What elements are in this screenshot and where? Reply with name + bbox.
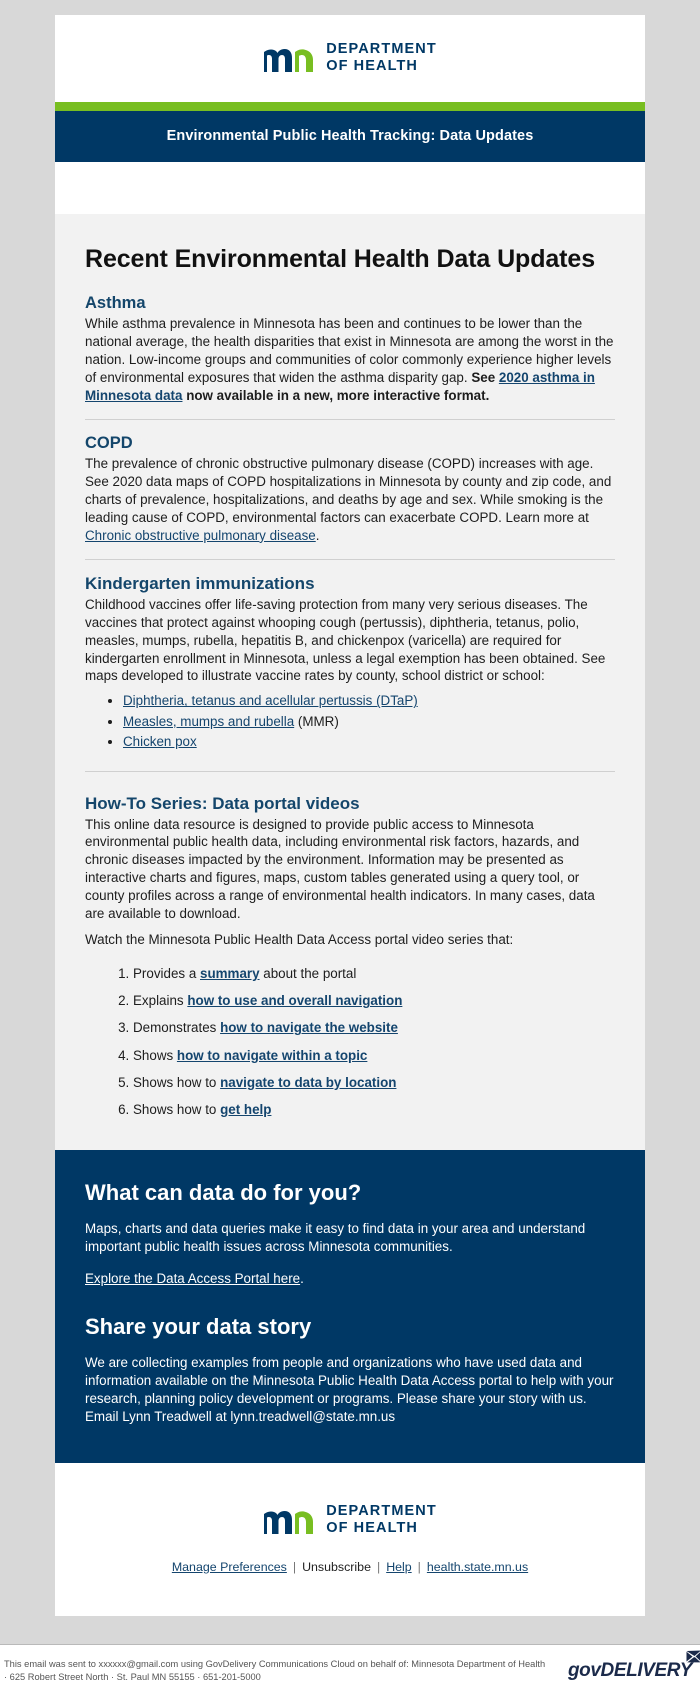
govdelivery-logo[interactable]: govDELIVERY	[567, 1650, 700, 1682]
link-video-summary[interactable]: summary	[200, 966, 260, 981]
section-divider-2	[85, 558, 615, 560]
section-howto: How-To Series: Data portal videos This o…	[85, 792, 615, 1121]
link-chicken-pox[interactable]: Chicken pox	[123, 734, 197, 749]
link-dtap[interactable]: Diphtheria, tetanus and acellular pertus…	[123, 693, 418, 708]
sent-notice: This email was sent to xxxxxx@gmail.com …	[4, 1658, 545, 1685]
asthma-text-2: now available in a new, more interactive…	[182, 387, 490, 403]
link-video-overall-navigation[interactable]: how to use and overall navigation	[187, 993, 402, 1008]
copd-text-1: The prevalence of chronic obstructive pu…	[85, 455, 612, 525]
list-item: Shows how to navigate to data by locatio…	[133, 1072, 615, 1094]
link-mmr[interactable]: Measles, mumps and rubella	[123, 714, 294, 729]
mn-logo-icon	[263, 1505, 315, 1535]
cta-paragraph-2: We are collecting examples from people a…	[85, 1355, 614, 1425]
howto-2-pre: Explains	[133, 993, 188, 1009]
masthead: DEPARTMENT OF HEALTH	[55, 15, 645, 103]
section-body-copd: The prevalence of chronic obstructive pu…	[85, 455, 615, 545]
list-item: Chicken pox	[123, 732, 615, 752]
howto-3-pre: Demonstrates	[133, 1020, 221, 1036]
newsletter-body: Recent Environmental Health Data Updates…	[55, 214, 645, 1150]
section-divider-1	[85, 418, 615, 420]
list-item: Shows how to navigate within a topic	[133, 1045, 615, 1067]
link-video-navigate-topic[interactable]: how to navigate within a topic	[177, 1048, 367, 1063]
cta-heading-what-can-data-do: What can data do for you?	[85, 1179, 362, 1205]
sent-notice-line-2: · 625 Robert Street North · St. Paul MN …	[4, 1672, 261, 1683]
list-item: Diphtheria, tetanus and acellular pertus…	[123, 691, 615, 711]
link-health-state-mn-us[interactable]: health.state.mn.us	[427, 1560, 528, 1574]
envelope-icon	[686, 1650, 700, 1668]
list-item: Explains how to use and overall navigati…	[133, 990, 615, 1012]
sent-notice-line-1: This email was sent to xxxxxx@gmail.com …	[4, 1658, 546, 1669]
asthma-see-label: See	[471, 369, 499, 385]
cta-link-tail: .	[300, 1271, 304, 1287]
logo-line-2: OF HEALTH	[326, 1519, 418, 1536]
section-divider-3	[85, 770, 615, 772]
logo-line-1: DEPARTMENT	[326, 41, 437, 57]
footer-separator: |	[417, 1559, 421, 1574]
page-title: Recent Environmental Health Data Updates	[85, 245, 596, 274]
mdh-logo-footer[interactable]: DEPARTMENT OF HEALTH	[263, 1503, 437, 1537]
cta-paragraph-1: Maps, charts and data queries make it ea…	[85, 1220, 586, 1254]
section-body-asthma: While asthma prevalence in Minnesota has…	[85, 315, 615, 405]
howto-1-pre: Provides a	[133, 966, 200, 982]
cta-heading-share-your-data-story: Share your data story	[85, 1314, 312, 1340]
howto-video-list: Provides a summary about the portal Expl…	[85, 963, 615, 1121]
list-item: Measles, mumps and rubella (MMR)	[123, 712, 615, 732]
section-heading-howto: How-To Series: Data portal videos	[85, 793, 360, 813]
section-heading-asthma: Asthma	[85, 294, 146, 313]
howto-6-pre: Shows how to	[133, 1101, 221, 1117]
footer-links: Manage Preferences | Unsubscribe | Help | heal…	[75, 1560, 625, 1574]
mdh-logo-wordmark: DEPARTMENT OF HEALTH	[326, 41, 437, 75]
email-footer: DEPARTMENT OF HEALTH Manage Preferences |…	[55, 1462, 645, 1616]
section-asthma: Asthma While asthma prevalence in Minnes…	[85, 294, 615, 405]
list-item: Shows how to get help	[133, 1099, 615, 1121]
bottom-padding	[0, 1684, 700, 1707]
green-accent-rule	[55, 102, 645, 112]
howto-paragraph-2: Watch the Minnesota Public Health Data A…	[85, 932, 514, 948]
link-video-get-help[interactable]: get help	[220, 1102, 271, 1117]
link-video-data-by-location[interactable]: navigate to data by location	[220, 1075, 396, 1090]
section-copd: COPD The prevalence of chronic obstructi…	[85, 434, 615, 545]
mdh-logo-header[interactable]: DEPARTMENT OF HEALTH	[263, 41, 437, 75]
email-page: DEPARTMENT OF HEALTH Environmental Publi…	[0, 0, 700, 1707]
mn-logo-icon	[263, 43, 315, 73]
link-copd[interactable]: Chronic obstructive pulmonary disease	[85, 528, 316, 543]
section-heading-copd: COPD	[85, 433, 133, 452]
link-manage-preferences[interactable]: Manage Preferences	[172, 1560, 287, 1574]
copd-text-2: .	[315, 527, 320, 543]
howto-4-pre: Shows	[133, 1047, 177, 1063]
logo-line-2: OF HEALTH	[326, 58, 418, 75]
howto-5-pre: Shows how to	[133, 1074, 221, 1090]
logo-line-1: DEPARTMENT	[326, 1502, 437, 1519]
govdelivery-wordmark: govDELIVERY	[567, 1659, 692, 1681]
section-body-kindergarten: Childhood vaccines offer life-saving pro…	[85, 596, 606, 684]
mmr-tail: (MMR)	[294, 713, 339, 729]
link-help[interactable]: Help	[386, 1560, 411, 1574]
list-item: Demonstrates how to navigate the website	[133, 1017, 615, 1039]
section-kindergarten: Kindergarten immunizations Childhood vac…	[85, 574, 615, 753]
section-heading-kindergarten: Kindergarten immunizations	[85, 573, 315, 593]
link-explore-data-access-portal[interactable]: Explore the Data Access Portal here	[85, 1271, 300, 1286]
govdelivery-bar: This email was sent to xxxxxx@gmail.com …	[0, 1643, 700, 1707]
header-spacer	[55, 162, 645, 215]
list-item: Provides a summary about the portal	[133, 963, 615, 985]
footer-separator: |	[376, 1559, 381, 1574]
cta-panel: What can data do for you? Maps, charts a…	[55, 1149, 645, 1463]
howto-1-post: about the portal	[259, 966, 357, 982]
link-video-navigate-website[interactable]: how to navigate the website	[220, 1020, 398, 1035]
mdh-logo-wordmark: DEPARTMENT OF HEALTH	[326, 1503, 437, 1537]
cta-link-row: Explore the Data Access Portal here.	[85, 1270, 615, 1288]
footer-separator: |	[292, 1559, 297, 1574]
howto-paragraph-1: This online data resource is designed to…	[85, 816, 595, 922]
email-container: DEPARTMENT OF HEALTH Environmental Publi…	[55, 0, 645, 1616]
vaccine-map-list: Diphtheria, tetanus and acellular pertus…	[85, 691, 615, 752]
newsletter-title-bar: Environmental Public Health Tracking: Da…	[55, 111, 645, 163]
footer-label-unsubscribe[interactable]: Unsubscribe	[302, 1560, 371, 1574]
